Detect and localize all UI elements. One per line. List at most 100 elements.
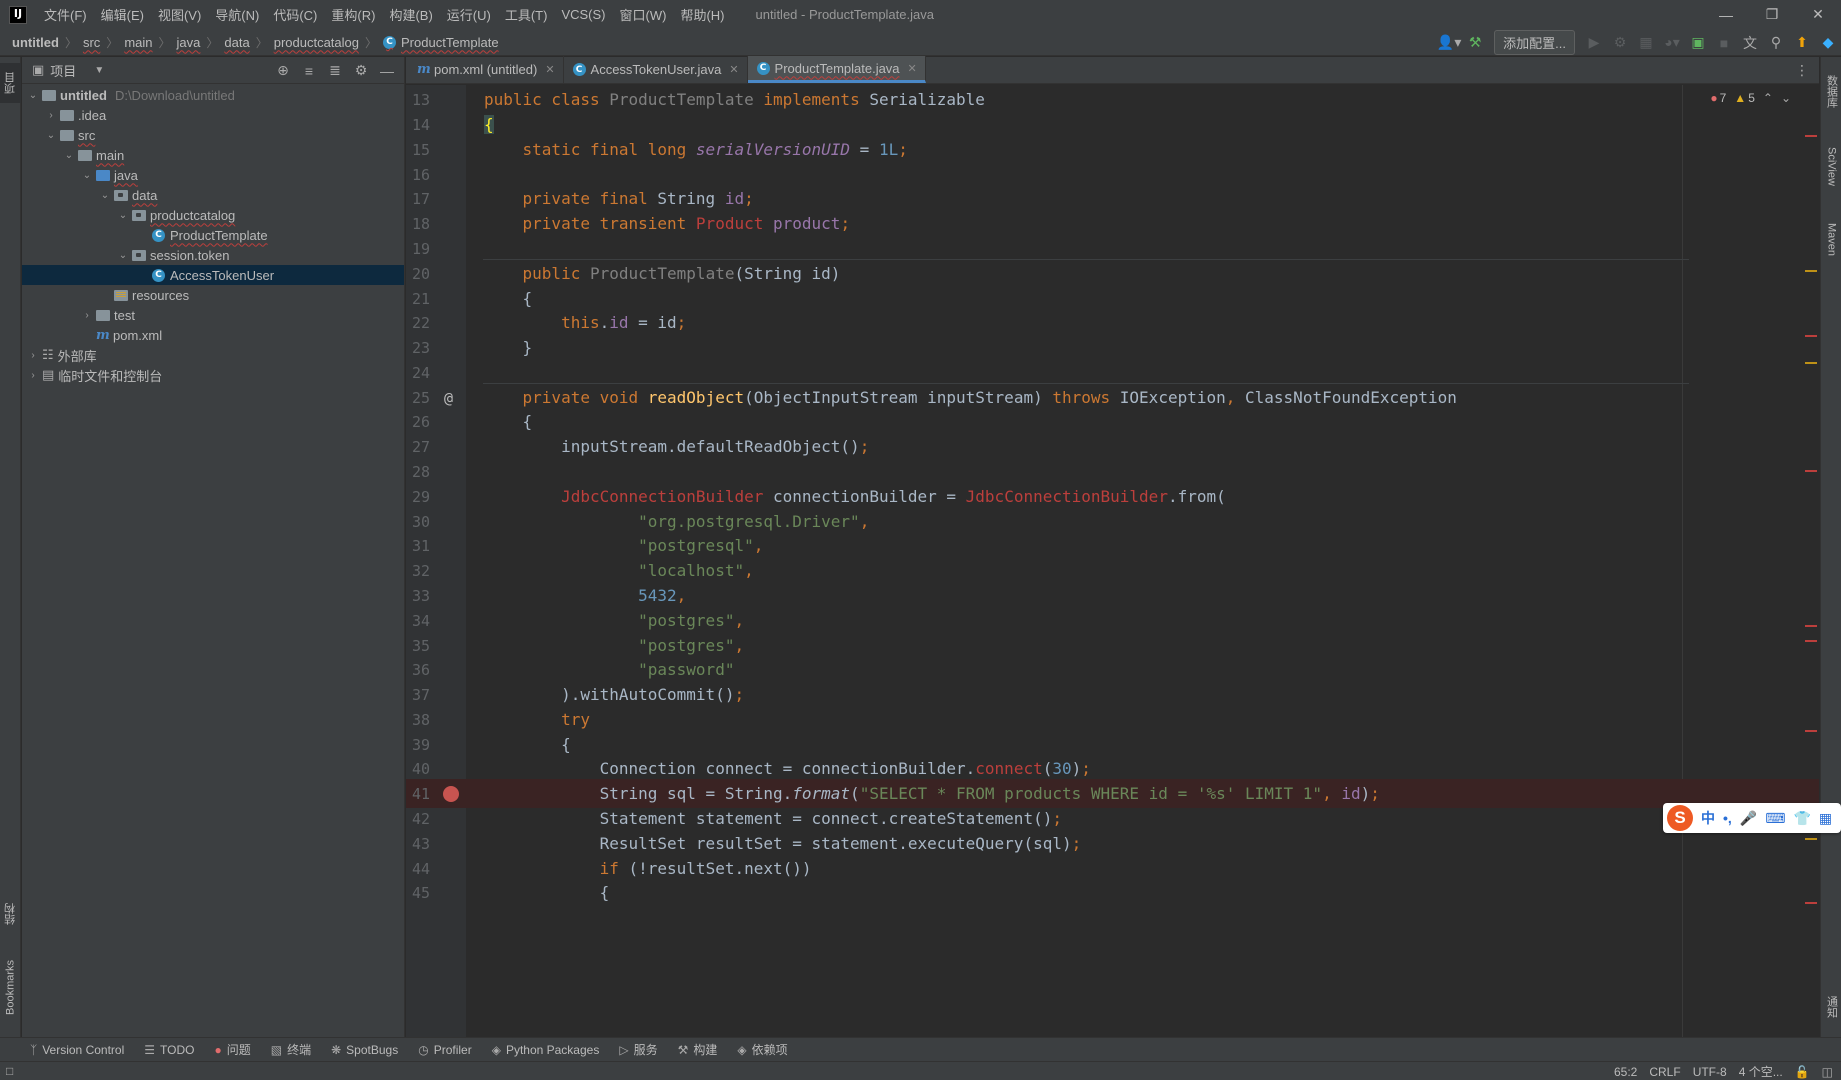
tree-node-idea[interactable]: › .idea	[22, 105, 404, 125]
minimize-button[interactable]: —	[1703, 0, 1749, 29]
tree-node-accesstokenuser[interactable]: C AccessTokenUser	[22, 265, 404, 285]
caret-position[interactable]: 65:2	[1614, 1065, 1637, 1079]
chevron-right-icon[interactable]: ›	[26, 370, 40, 381]
line-separator[interactable]: CRLF	[1649, 1065, 1680, 1079]
chevron-down-icon[interactable]: ⌄	[98, 190, 112, 201]
warning-marker[interactable]	[1805, 362, 1817, 364]
debug-icon[interactable]: ⚙	[1607, 30, 1633, 56]
plugin-logo-icon[interactable]: ◆	[1815, 30, 1841, 56]
more-vertical-icon[interactable]: ⋮	[1795, 62, 1809, 79]
breadcrumb-data[interactable]: data	[220, 35, 253, 50]
menu-view[interactable]: 视图(V)	[151, 5, 208, 24]
translate-icon[interactable]: 文	[1737, 30, 1763, 56]
microphone-icon[interactable]: 🎤	[1740, 810, 1757, 827]
breadcrumb-java[interactable]: java	[173, 35, 205, 50]
restore-button[interactable]: ❐	[1749, 0, 1795, 29]
tree-node-resources[interactable]: resources	[22, 285, 404, 305]
chevron-down-icon[interactable]: ⌄	[44, 130, 58, 141]
build-project-icon[interactable]: ▣	[1685, 30, 1711, 56]
chevron-right-icon[interactable]: ›	[80, 310, 94, 321]
chevron-down-icon[interactable]: ▼	[94, 65, 104, 76]
chevron-down-icon[interactable]: ⌄	[1781, 91, 1791, 105]
memory-indicator-icon[interactable]: ◫	[1822, 1065, 1833, 1079]
add-configuration-button[interactable]: 添加配置...	[1494, 30, 1575, 55]
tab-accesstokenuser[interactable]: C AccessTokenUser.java ✕	[564, 56, 748, 83]
error-marker[interactable]	[1805, 335, 1817, 337]
project-tool-tab[interactable]: 项目	[0, 63, 21, 103]
menu-run[interactable]: 运行(U)	[440, 5, 498, 24]
problems-tool-button[interactable]: ● 问题	[214, 1041, 250, 1058]
chevron-up-icon[interactable]: ⌃	[1763, 91, 1773, 105]
grid-menu-icon[interactable]: ▦	[1819, 810, 1832, 827]
tree-node-productcatalog[interactable]: ⌄ productcatalog	[22, 205, 404, 225]
notifications-tool-tab[interactable]: 通知	[1821, 987, 1841, 1027]
close-icon[interactable]: ✕	[545, 63, 554, 76]
indent-setting[interactable]: 4 个空...	[1739, 1063, 1783, 1080]
warning-marker[interactable]	[1805, 270, 1817, 272]
menu-code[interactable]: 代码(C)	[266, 5, 324, 24]
chevron-right-icon[interactable]: ›	[44, 110, 58, 121]
sogou-logo-icon[interactable]: S	[1667, 805, 1693, 831]
ime-punctuation-icon[interactable]: •,	[1723, 810, 1732, 826]
structure-tool-tab[interactable]: 结构	[0, 889, 21, 939]
skin-icon[interactable]: 👕	[1793, 810, 1810, 827]
close-icon[interactable]: ✕	[908, 62, 917, 75]
breadcrumb-src[interactable]: src	[79, 35, 104, 50]
project-panel-title[interactable]: 项目	[50, 61, 76, 80]
close-icon[interactable]: ✕	[729, 63, 738, 76]
dependencies-tool-button[interactable]: ◈ 依赖项	[737, 1041, 787, 1058]
tree-node-session-token[interactable]: ⌄ session.token	[22, 245, 404, 265]
tree-node-pom[interactable]: m pom.xml	[22, 325, 404, 345]
tree-node-data[interactable]: ⌄ data	[22, 185, 404, 205]
python-packages-tool-button[interactable]: ◈ Python Packages	[492, 1043, 600, 1057]
breadcrumb-main[interactable]: main	[120, 35, 156, 50]
override-marker-icon[interactable]: @	[444, 389, 453, 407]
coverage-icon[interactable]: ▦	[1633, 30, 1659, 56]
database-tool-tab[interactable]: 数据库	[1821, 63, 1841, 119]
keyboard-icon[interactable]: ⌨	[1765, 810, 1785, 827]
tree-node-scratches[interactable]: › ▤ 临时文件和控制台	[22, 365, 404, 385]
tree-node-root[interactable]: ⌄ untitled D:\Download\untitled	[22, 85, 404, 105]
chevron-down-icon[interactable]: ⌄	[62, 150, 76, 161]
breadcrumb-project[interactable]: untitled	[0, 35, 63, 50]
menu-window[interactable]: 窗口(W)	[613, 5, 674, 24]
menu-vcs[interactable]: VCS(S)	[554, 7, 612, 22]
menu-navigate[interactable]: 导航(N)	[208, 5, 266, 24]
toggle-tool-windows-icon[interactable]: □	[6, 1064, 13, 1078]
locate-icon[interactable]: ⊕	[270, 62, 296, 79]
lock-icon[interactable]: 🔓	[1795, 1065, 1810, 1079]
hammer-icon[interactable]: ⚒	[1462, 30, 1488, 56]
code-editor[interactable]: 13 public class ProductTemplate implemen…	[406, 85, 1819, 1037]
error-marker[interactable]	[1805, 730, 1817, 732]
breadcrumb-productcatalog[interactable]: productcatalog	[270, 35, 363, 50]
bookmarks-tool-tab[interactable]: Bookmarks	[0, 947, 21, 1027]
ime-toolbar[interactable]: S 中 •, 🎤 ⌨ 👕 ▦	[1663, 803, 1841, 833]
expand-all-icon[interactable]: ≡	[296, 63, 322, 79]
profiler-tool-button[interactable]: ◷ Profiler	[418, 1043, 472, 1057]
tree-node-producttemplate[interactable]: C ProductTemplate	[22, 225, 404, 245]
error-stripe[interactable]	[1805, 85, 1819, 1037]
error-marker[interactable]	[1805, 640, 1817, 642]
services-tool-button[interactable]: ▷ 服务	[619, 1041, 657, 1058]
run-icon[interactable]: ▶	[1581, 30, 1607, 56]
error-marker[interactable]	[1805, 902, 1817, 904]
chevron-right-icon[interactable]: ›	[26, 350, 40, 361]
tree-node-external-libraries[interactable]: › ☷ 外部库	[22, 345, 404, 365]
breakpoint-icon[interactable]	[443, 785, 459, 802]
breadcrumb-class[interactable]: C ProductTemplate	[379, 35, 503, 50]
error-marker[interactable]	[1805, 625, 1817, 627]
user-icon[interactable]: 👤▾	[1436, 30, 1462, 56]
menu-refactor[interactable]: 重构(R)	[324, 5, 382, 24]
menu-help[interactable]: 帮助(H)	[673, 5, 731, 24]
stop-icon[interactable]: ■	[1711, 30, 1737, 56]
maven-tool-tab[interactable]: Maven	[1821, 212, 1841, 267]
profile-icon[interactable]: ◕▾	[1659, 30, 1685, 56]
chevron-down-icon[interactable]: ⌄	[26, 90, 40, 101]
file-encoding[interactable]: UTF-8	[1693, 1065, 1727, 1079]
ime-language-toggle[interactable]: 中	[1701, 808, 1715, 828]
tree-node-java[interactable]: ⌄ java	[22, 165, 404, 185]
chevron-down-icon[interactable]: ⌄	[116, 250, 130, 261]
tree-node-main[interactable]: ⌄ main	[22, 145, 404, 165]
error-marker[interactable]	[1805, 135, 1817, 137]
menu-edit[interactable]: 编辑(E)	[94, 5, 151, 24]
